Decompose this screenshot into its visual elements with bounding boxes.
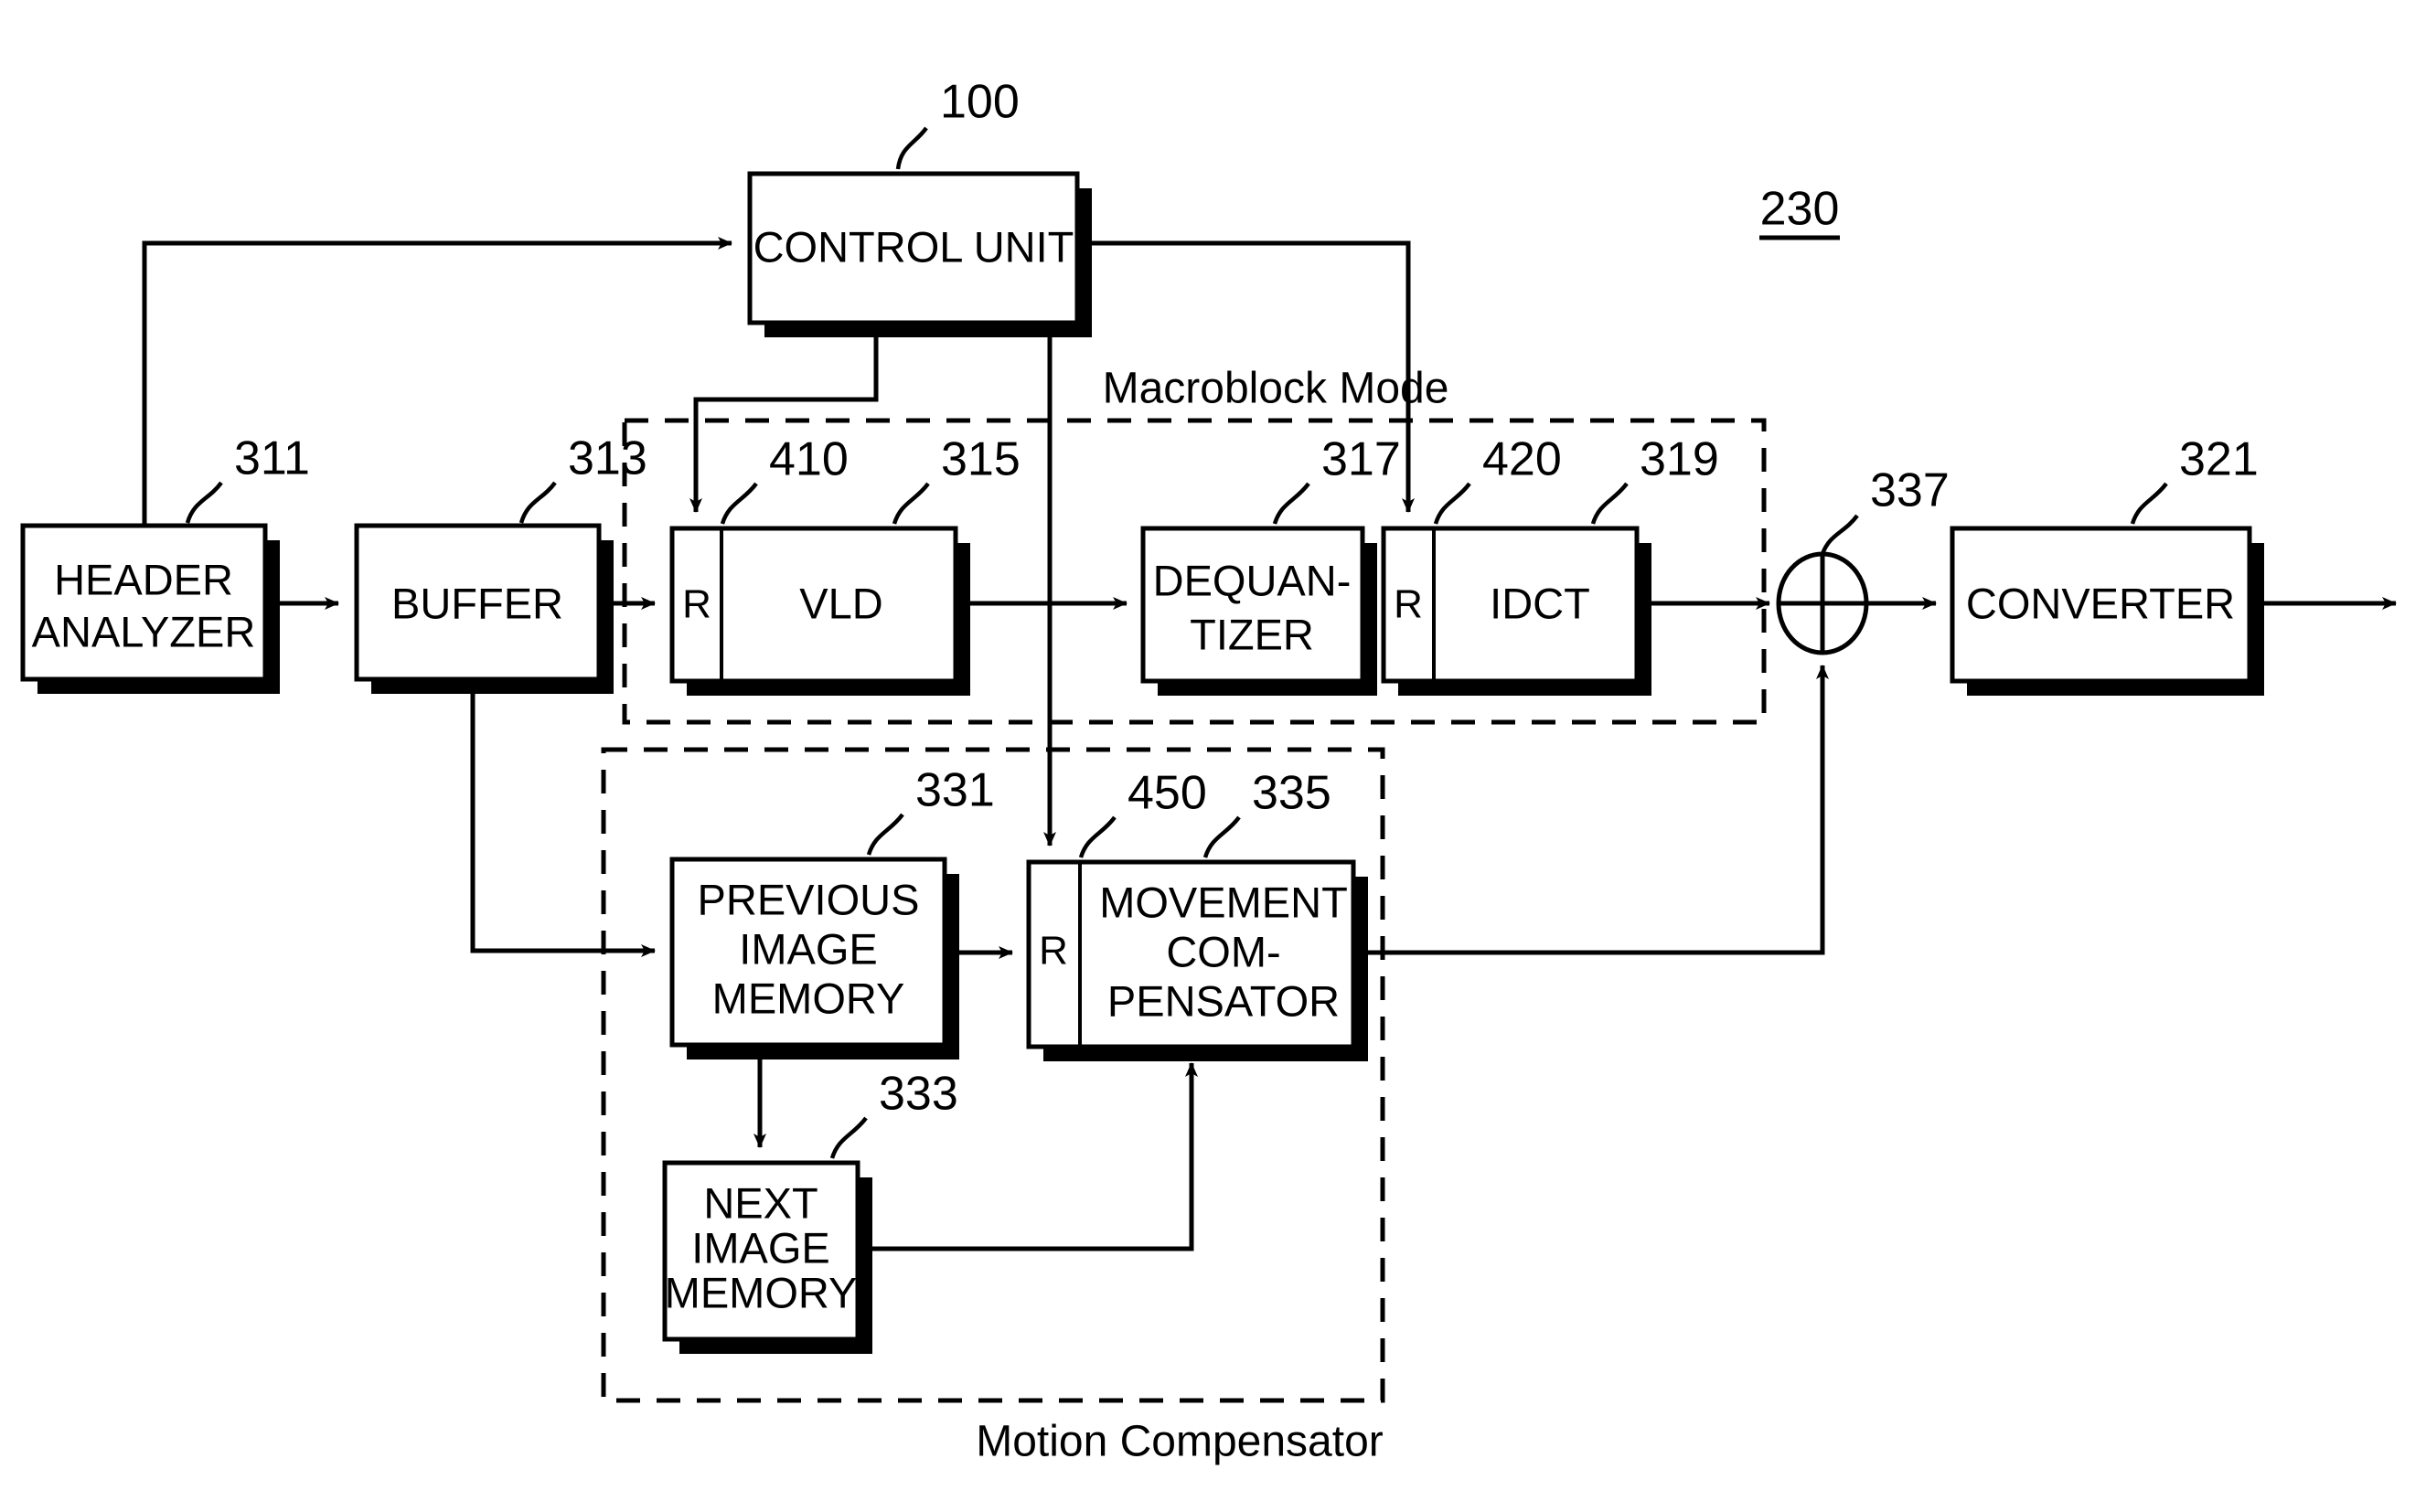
block-control-unit[interactable]: CONTROL UNIT — [747, 171, 1092, 337]
mc-r-label: R — [1039, 929, 1068, 974]
leader-313 — [518, 481, 557, 524]
block-idct[interactable]: R IDCT — [1381, 526, 1651, 696]
idct-label: IDCT — [1490, 579, 1590, 627]
ref-313: 313 — [568, 432, 647, 485]
ref-335: 335 — [1252, 767, 1331, 820]
leader-321 — [2130, 482, 2168, 525]
movement-compensator-label-line3: PENSATOR — [1107, 976, 1340, 1025]
adder-node[interactable] — [1776, 551, 1869, 655]
converter-label: CONVERTER — [1966, 579, 2235, 627]
ref-420: 420 — [1482, 433, 1562, 486]
leader-410 — [720, 482, 758, 525]
ref-410: 410 — [769, 433, 849, 486]
next-image-memory-label-line3: MEMORY — [665, 1268, 858, 1316]
buffer-label: BUFFER — [391, 579, 563, 627]
ref-337: 337 — [1870, 464, 1950, 517]
leader-450 — [1078, 815, 1117, 858]
leader-319 — [1590, 482, 1629, 525]
block-diagram: CONTROL UNIT 100 230 Macroblock Mode Mot… — [20, 76, 2397, 1466]
previous-image-memory-label-line1: PREVIOUS — [698, 875, 920, 923]
header-analyzer-label-line1: HEADER — [54, 555, 233, 603]
ref-450: 450 — [1128, 767, 1207, 820]
vld-r-label: R — [682, 582, 711, 627]
header-analyzer-label-line2: ANALYZER — [32, 607, 256, 655]
fig-ref-label: 230 — [1760, 183, 1840, 236]
ref-331: 331 — [915, 764, 995, 817]
ref-315: 315 — [941, 433, 1021, 486]
leader-315 — [892, 482, 930, 525]
leader-333 — [829, 1116, 868, 1159]
leader-317 — [1272, 482, 1310, 525]
ref-319: 319 — [1640, 433, 1719, 486]
control-unit-label: CONTROL UNIT — [753, 222, 1074, 271]
leader-335 — [1202, 815, 1241, 858]
wire-mc-to-adder — [1353, 665, 1829, 955]
dequantizer-label-line2: TIZER — [1190, 610, 1314, 658]
leader-331 — [866, 813, 904, 856]
block-movement-compensator[interactable]: R MOVEMENT COM- PENSATOR — [1026, 859, 1368, 1061]
ref-321: 321 — [2179, 433, 2259, 486]
next-image-memory-label-line1: NEXT — [703, 1178, 818, 1227]
dequantizer-label-line1: DEQUAN- — [1153, 556, 1352, 604]
block-buffer[interactable]: BUFFER — [354, 523, 614, 694]
macroblock-mode-label: Macroblock Mode — [1103, 365, 1449, 413]
motion-compensator-label: Motion Compensator — [976, 1418, 1384, 1466]
block-next-image-memory[interactable]: NEXT IMAGE MEMORY — [662, 1160, 872, 1354]
block-header-analyzer[interactable]: HEADER ANALYZER — [20, 523, 280, 694]
figure-reference-230: 230 — [1759, 183, 1840, 240]
movement-compensator-label-line2: COM- — [1166, 927, 1280, 975]
leader-337 — [1820, 514, 1859, 555]
leader-311 — [185, 481, 223, 524]
vld-label: VLD — [799, 579, 882, 627]
movement-compensator-label-line1: MOVEMENT — [1099, 878, 1348, 926]
previous-image-memory-label-line2: IMAGE — [739, 924, 877, 973]
block-vld[interactable]: R VLD — [669, 526, 970, 696]
next-image-memory-label-line2: IMAGE — [691, 1223, 829, 1272]
block-dequantizer[interactable]: DEQUAN- TIZER — [1140, 526, 1377, 696]
leader-420 — [1433, 482, 1471, 525]
ref-317: 317 — [1321, 433, 1401, 486]
previous-image-memory-label-line3: MEMORY — [712, 974, 905, 1022]
block-previous-image-memory[interactable]: PREVIOUS IMAGE MEMORY — [669, 857, 959, 1059]
leader-100 — [895, 126, 928, 170]
patent-figure-canvas: CONTROL UNIT 100 230 Macroblock Mode Mot… — [0, 0, 2426, 1512]
ref-333: 333 — [879, 1068, 958, 1121]
idct-r-label: R — [1394, 582, 1423, 627]
ref-311: 311 — [234, 432, 310, 485]
block-converter[interactable]: CONVERTER — [1950, 526, 2264, 696]
ref-100: 100 — [940, 76, 1020, 129]
